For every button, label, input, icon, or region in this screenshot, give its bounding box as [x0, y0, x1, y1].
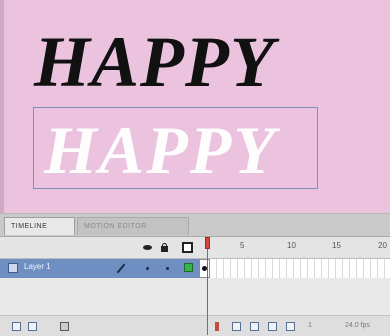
edit-multiple-frames-icon[interactable]: [268, 322, 277, 331]
ruler-label-15: 15: [332, 241, 341, 250]
trash-icon[interactable]: [60, 322, 69, 331]
outline-color-icon[interactable]: [184, 263, 193, 272]
modify-markers-icon[interactable]: [286, 322, 295, 331]
pencil-icon: [116, 263, 126, 274]
ruler-label-5: 5: [240, 241, 245, 250]
outline-icon[interactable]: [182, 242, 193, 253]
tab-motion-editor[interactable]: MOTION EDITOR: [77, 217, 189, 235]
frame-cells[interactable]: [210, 259, 390, 279]
layer-icon: [8, 263, 18, 273]
timeline-footer: 1 24.0 fps: [0, 315, 390, 336]
stage-edge: [0, 0, 4, 213]
layer-name[interactable]: Layer 1: [24, 262, 51, 271]
eye-icon[interactable]: [143, 243, 152, 252]
timeline-header: 5 10 15 20: [0, 237, 390, 259]
onion-skin-outlines-icon[interactable]: [250, 322, 259, 331]
onion-skin-icon[interactable]: [232, 322, 241, 331]
new-folder-icon[interactable]: [28, 322, 37, 331]
playhead-handle[interactable]: [205, 237, 210, 249]
center-frame-icon[interactable]: [215, 322, 219, 331]
layer-row[interactable]: Layer 1: [0, 259, 390, 279]
panel-tabs: TIMELINE MOTION EDITOR: [0, 214, 390, 237]
playhead[interactable]: [205, 237, 210, 335]
playhead-line: [207, 249, 208, 335]
timeline-panel: TIMELINE MOTION EDITOR 5 10 15 20 Layer …: [0, 213, 390, 336]
ruler-label-10: 10: [287, 241, 296, 250]
lock-dot[interactable]: [166, 267, 169, 270]
happy-text-black[interactable]: HAPPY: [34, 22, 275, 102]
tab-timeline[interactable]: TIMELINE: [4, 217, 75, 235]
layers-empty-area: [0, 278, 390, 315]
current-frame: 1: [308, 322, 312, 329]
new-layer-icon[interactable]: [12, 322, 21, 331]
lock-icon[interactable]: [160, 243, 169, 252]
happy-text-white[interactable]: HAPPY: [44, 112, 277, 188]
visibility-dot[interactable]: [146, 267, 149, 270]
stage[interactable]: HAPPY HAPPY: [0, 0, 390, 213]
frame-rate: 24.0 fps: [345, 322, 370, 329]
ruler-label-20: 20: [378, 241, 387, 250]
layer-name-cell[interactable]: Layer 1: [0, 259, 204, 278]
